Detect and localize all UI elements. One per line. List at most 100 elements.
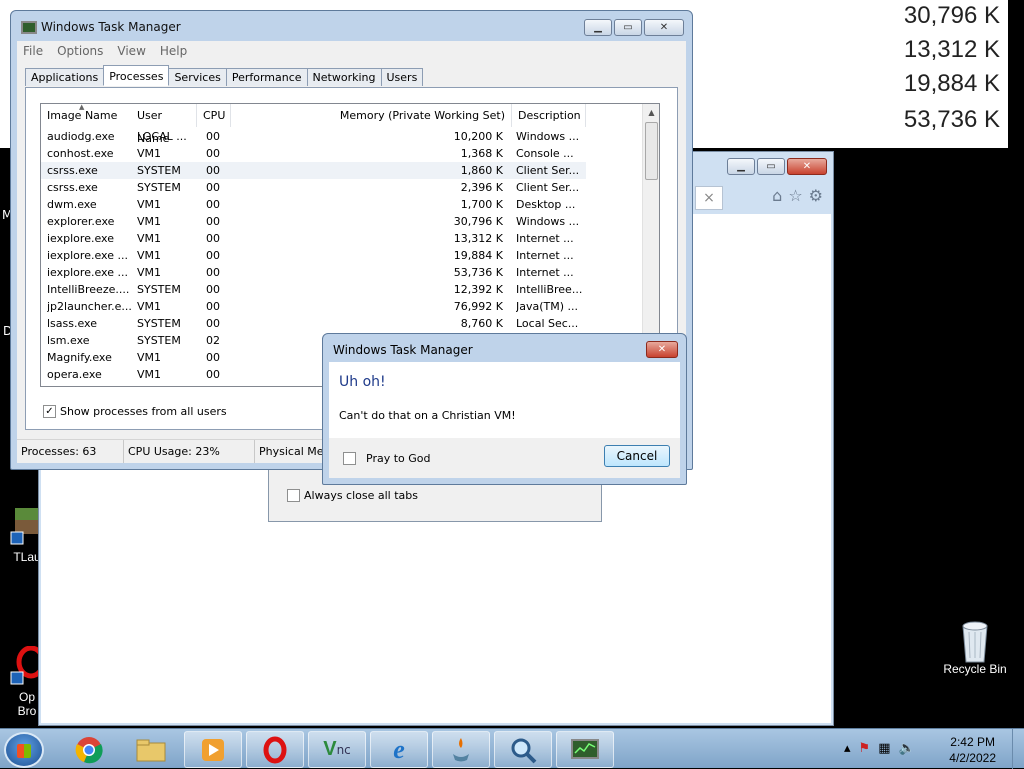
process-name: opera.exe bbox=[47, 368, 102, 381]
process-name: iexplore.exe bbox=[47, 232, 114, 245]
table-row[interactable]: csrss.exe SYSTEM 00 1,860 K Client Ser... bbox=[41, 162, 586, 179]
process-name: lsm.exe bbox=[47, 334, 90, 347]
close-button[interactable]: ✕ bbox=[787, 158, 827, 175]
process-name: Magnify.exe bbox=[47, 351, 112, 364]
process-description: Client Ser... bbox=[516, 164, 580, 177]
show-all-checkbox[interactable]: ✓ bbox=[43, 405, 56, 418]
file-explorer-icon[interactable] bbox=[122, 731, 180, 768]
process-memory: 13,312 K bbox=[453, 232, 503, 245]
scroll-up-arrow-icon[interactable]: ▲ bbox=[643, 104, 659, 121]
process-cpu: 00 bbox=[206, 368, 220, 381]
table-row[interactable]: IntelliBreeze.... SYSTEM 00 12,392 K Intelli… bbox=[41, 281, 586, 298]
menu-file[interactable]: File bbox=[23, 44, 43, 58]
minimize-button[interactable]: ▁ bbox=[727, 158, 755, 175]
close-button[interactable]: ✕ bbox=[644, 19, 684, 36]
window-title: Windows Task Manager bbox=[41, 20, 181, 34]
java-icon[interactable] bbox=[432, 731, 490, 768]
scroll-thumb[interactable] bbox=[645, 122, 658, 180]
zoomed-memory-value: 19,884 K bbox=[903, 70, 1000, 97]
process-description: IntelliBree... bbox=[516, 283, 583, 296]
favorites-star-icon[interactable]: ☆ bbox=[788, 186, 802, 205]
process-name: csrss.exe bbox=[47, 181, 98, 194]
checkbox[interactable] bbox=[287, 489, 300, 502]
window-controls: ▁ ▭ ✕ bbox=[727, 158, 827, 175]
table-row[interactable]: conhost.exe VM1 00 1,368 K Console ... bbox=[41, 145, 586, 162]
always-close-tabs-option[interactable]: Always close all tabs bbox=[287, 489, 418, 502]
process-user: VM1 bbox=[137, 351, 162, 364]
start-button[interactable] bbox=[4, 732, 44, 768]
process-description: Desktop ... bbox=[516, 198, 576, 211]
show-desktop-button[interactable] bbox=[1012, 729, 1024, 769]
table-row[interactable]: dwm.exe VM1 00 1,700 K Desktop ... bbox=[41, 196, 586, 213]
process-memory: 12,392 K bbox=[453, 283, 503, 296]
process-memory: 8,760 K bbox=[460, 317, 503, 330]
title-bar[interactable]: Windows Task Manager ▁ ▭ ✕ bbox=[11, 11, 692, 41]
show-hidden-icons-icon[interactable]: ▴ bbox=[844, 741, 851, 756]
tab-performance[interactable]: Performance bbox=[225, 68, 308, 86]
column-header-cpu[interactable]: CPU bbox=[197, 104, 231, 127]
tab-services[interactable]: Services bbox=[168, 68, 227, 86]
column-header-memory[interactable]: Memory (Private Working Set) bbox=[231, 104, 512, 127]
tab-networking[interactable]: Networking bbox=[306, 68, 382, 86]
internet-explorer-icon[interactable]: e bbox=[370, 731, 428, 768]
desktop-icon-recycle-bin[interactable]: Recycle Bin bbox=[940, 618, 1010, 676]
process-cpu: 02 bbox=[206, 334, 220, 347]
vnc-icon[interactable]: Vnc bbox=[308, 731, 366, 768]
process-description: Console ... bbox=[516, 147, 574, 160]
table-row[interactable]: iexplore.exe VM1 00 13,312 K Internet ... bbox=[41, 230, 586, 247]
checkbox-label: Always close all tabs bbox=[304, 489, 419, 502]
process-cpu: 00 bbox=[206, 351, 220, 364]
menu-options[interactable]: Options bbox=[57, 44, 103, 58]
process-memory: 30,796 K bbox=[453, 215, 503, 228]
cancel-button[interactable]: Cancel bbox=[604, 445, 670, 467]
media-player-icon[interactable] bbox=[184, 731, 242, 768]
show-all-processes-option[interactable]: ✓ Show processes from all users bbox=[43, 405, 227, 418]
table-row[interactable]: audiodg.exe LOCAL ... 00 10,200 K Windows ..… bbox=[41, 128, 586, 145]
window-controls: ✕ bbox=[646, 341, 678, 358]
table-row[interactable]: iexplore.exe ... VM1 00 53,736 K Internet ..… bbox=[41, 264, 586, 281]
task-manager-icon[interactable] bbox=[556, 731, 614, 768]
process-memory: 53,736 K bbox=[453, 266, 503, 279]
volume-icon[interactable]: 🔈 bbox=[898, 741, 914, 756]
tab-users[interactable]: Users bbox=[380, 68, 424, 86]
status-physical-memory: Physical Me bbox=[259, 445, 324, 458]
network-icon[interactable]: ▦ bbox=[878, 741, 890, 756]
process-name: dwm.exe bbox=[47, 198, 97, 211]
close-button[interactable]: ✕ bbox=[646, 341, 678, 358]
magnifier-icon[interactable] bbox=[494, 731, 552, 768]
table-row[interactable]: csrss.exe SYSTEM 00 2,396 K Client Ser... bbox=[41, 179, 586, 196]
process-name: audiodg.exe bbox=[47, 130, 115, 143]
column-header-image-name[interactable]: ▲ Image Name bbox=[41, 104, 133, 127]
column-header-description[interactable]: Description bbox=[512, 104, 586, 127]
ie-toolbar: ⌂ ☆ ⚙ bbox=[772, 186, 823, 205]
action-center-icon[interactable]: ⚑ bbox=[859, 741, 871, 756]
maximize-button[interactable]: ▭ bbox=[757, 158, 785, 175]
gear-icon[interactable]: ⚙ bbox=[809, 186, 823, 205]
zoomed-memory-value: 13,312 K bbox=[903, 36, 1000, 63]
pray-checkbox[interactable] bbox=[343, 452, 356, 465]
system-tray: ▴ ⚑ ▦ 🔈 bbox=[844, 741, 915, 756]
status-processes: Processes: 63 bbox=[17, 440, 124, 463]
table-row[interactable]: explorer.exe VM1 00 30,796 K Windows ... bbox=[41, 213, 586, 230]
table-row[interactable]: jp2launcher.e... VM1 00 76,992 K Java(TM) ..… bbox=[41, 298, 586, 315]
process-user: VM1 bbox=[137, 232, 162, 245]
menu-view[interactable]: View bbox=[117, 44, 145, 58]
process-user: VM1 bbox=[137, 198, 162, 211]
tab-applications[interactable]: Applications bbox=[25, 68, 105, 86]
maximize-button[interactable]: ▭ bbox=[614, 19, 642, 36]
chrome-icon[interactable] bbox=[60, 731, 118, 768]
dialog-heading: Uh oh! bbox=[339, 374, 386, 390]
minimize-button[interactable]: ▁ bbox=[584, 19, 612, 36]
tab-close-button[interactable]: × bbox=[695, 186, 723, 210]
table-row[interactable]: iexplore.exe ... VM1 00 19,884 K Internet ..… bbox=[41, 247, 586, 264]
window-controls: ▁ ▭ ✕ bbox=[584, 19, 684, 36]
clock[interactable]: 2:42 PM 4/2/2022 bbox=[949, 734, 996, 766]
opera-icon[interactable] bbox=[246, 731, 304, 768]
tab-processes[interactable]: Processes bbox=[103, 65, 170, 86]
pray-option[interactable]: Pray to God bbox=[343, 452, 431, 465]
taskbar: Vnc e ▴ ⚑ ▦ 🔈 2:42 PM 4/2/2022 bbox=[0, 728, 1024, 769]
column-header-user-name[interactable]: User Name bbox=[131, 104, 197, 145]
home-icon[interactable]: ⌂ bbox=[772, 186, 782, 205]
menu-help[interactable]: Help bbox=[160, 44, 187, 58]
table-row[interactable]: lsass.exe SYSTEM 00 8,760 K Local Sec... bbox=[41, 315, 586, 332]
